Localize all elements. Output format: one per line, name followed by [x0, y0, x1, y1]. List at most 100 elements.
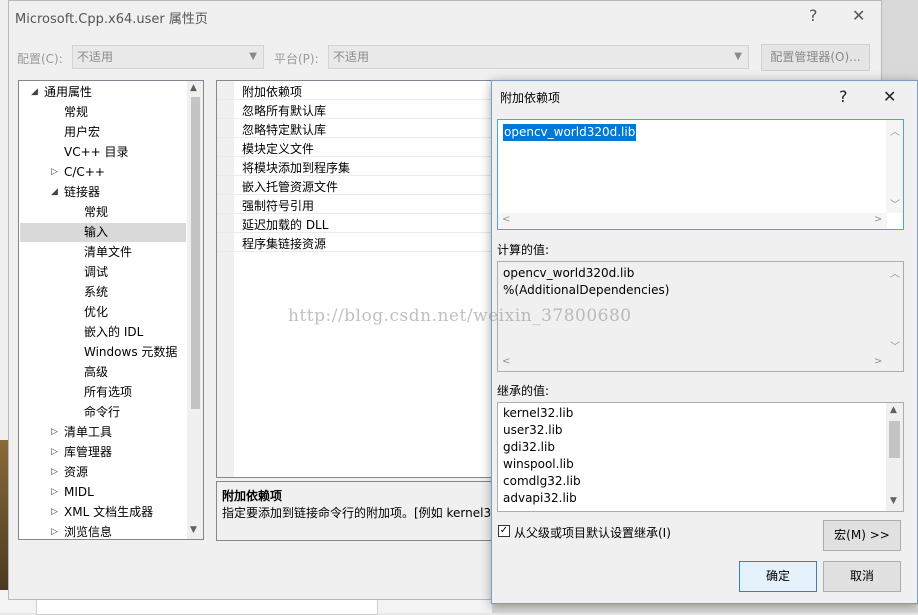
inherited-values-label: 继承的值:	[497, 384, 550, 398]
property-row[interactable]: 程序集链接资源	[217, 233, 515, 252]
inherited-line: user32.lib	[503, 423, 563, 437]
scroll-down-icon[interactable]: ﹀	[890, 338, 900, 353]
tree-item-label: MIDL	[64, 485, 94, 499]
help-button[interactable]: ?	[809, 6, 818, 25]
computed-line: opencv_world320d.lib	[503, 266, 635, 280]
computed-vertical-scrollbar[interactable]: ︿ ﹀	[886, 262, 903, 355]
inherited-scrollbar-thumb[interactable]	[889, 421, 900, 458]
popup-help-button[interactable]: ?	[839, 87, 848, 106]
config-manager-button[interactable]: 配置管理器(O)...	[761, 44, 870, 71]
expand-arrow-icon[interactable]: ▷	[51, 422, 58, 442]
inherited-line: winspool.lib	[503, 457, 574, 471]
scroll-up-icon[interactable]: ▲	[190, 83, 197, 93]
inherited-line: kernel32.lib	[503, 406, 574, 420]
property-name: 模块定义文件	[242, 142, 315, 156]
property-row[interactable]: 嵌入托管资源文件	[217, 176, 515, 195]
tree-item-label: 输入	[84, 225, 109, 239]
inherited-values-list[interactable]: kernel32.lib user32.lib gdi32.lib winspool.…	[497, 402, 904, 512]
tree-item-label: 嵌入的 IDL	[84, 325, 144, 339]
chevron-down-icon: ▼	[734, 51, 742, 62]
scroll-up-icon[interactable]: ︿	[890, 265, 900, 280]
inherit-checkbox-label[interactable]: 从父级或项目默认设置继承(I)	[514, 524, 671, 541]
description-text: 指定要添加到链接命令行的附加项。[例如 kernel32	[222, 506, 499, 520]
cancel-button[interactable]: 取消	[823, 561, 901, 592]
collapse-arrow-icon[interactable]: ◢	[51, 182, 58, 202]
edit-vertical-scrollbar[interactable]: ︿ ﹀	[886, 120, 903, 213]
property-row[interactable]: 将模块添加到程序集	[217, 157, 515, 176]
inherited-line: comdlg32.lib	[503, 474, 581, 488]
tree-item-label: 常规	[64, 105, 89, 119]
tree-item-label: 清单工具	[64, 425, 113, 439]
expand-arrow-icon[interactable]: ▷	[51, 462, 58, 482]
property-row[interactable]: 忽略特定默认库	[217, 119, 515, 138]
edit-horizontal-scrollbar[interactable]: < >	[498, 213, 887, 229]
tree-item-label: VC++ 目录	[64, 145, 129, 159]
scroll-up-icon[interactable]: ︿	[890, 123, 900, 138]
scroll-up-icon[interactable]: ▲	[890, 405, 897, 415]
scroll-down-icon[interactable]: ▼	[890, 496, 897, 506]
property-tree[interactable]: ◢ 通用属性 常规 用户宏 VC++ 目录 ▷ C/C++ ◢ 链接器 常规 输入 清单文件 调试 系统优…	[18, 80, 204, 540]
scroll-down-icon[interactable]: ﹀	[890, 196, 900, 211]
property-row[interactable]: 附加依赖项	[217, 81, 515, 100]
config-label: 配置(C):	[17, 52, 63, 66]
property-row[interactable]: 模块定义文件	[217, 138, 515, 157]
scroll-right-icon[interactable]: >	[874, 214, 882, 225]
inherit-checkbox[interactable]: ✓	[498, 525, 510, 537]
chevron-down-icon: ▼	[249, 51, 257, 62]
property-name: 将模块添加到程序集	[242, 161, 351, 175]
tree-item-label: 通用属性	[44, 85, 93, 99]
computed-values-label: 计算的值:	[497, 243, 550, 257]
tree-item-label: 高级	[84, 365, 109, 379]
dependencies-edit-box[interactable]: opencv_world320d.lib ︿ ﹀ < >	[497, 119, 904, 230]
tree-item-label: 资源	[64, 465, 89, 479]
property-row[interactable]: 忽略所有默认库	[217, 100, 515, 119]
inherited-line: gdi32.lib	[503, 440, 555, 454]
inherited-vertical-scrollbar[interactable]: ▲ ▼	[886, 403, 903, 511]
tree-item-label: 库管理器	[64, 445, 113, 459]
expand-arrow-icon[interactable]: ▷	[51, 162, 58, 182]
expand-arrow-icon[interactable]: ▷	[51, 522, 58, 539]
tree-item-label: 常规	[84, 205, 109, 219]
config-select[interactable]: 不适用 ▼	[72, 45, 264, 69]
scroll-right-icon[interactable]: >	[874, 356, 882, 367]
additional-dependencies-dialog: 附加依赖项 ? ✕ opencv_world320d.lib ︿ ﹀ < > 计…	[491, 80, 918, 604]
tree-item-label: 链接器	[64, 185, 101, 199]
platform-label: 平台(P):	[274, 52, 319, 66]
tree-item-label: 用户宏	[64, 125, 101, 139]
tree-item-label: 优化	[84, 305, 109, 319]
property-name: 程序集链接资源	[242, 237, 327, 251]
expand-arrow-icon[interactable]: ▷	[51, 482, 58, 502]
property-row[interactable]: 延迟加载的 DLL	[217, 214, 515, 233]
description-title: 附加依赖项	[222, 489, 283, 503]
close-button[interactable]: ✕	[852, 6, 865, 25]
collapse-arrow-icon[interactable]: ◢	[31, 82, 38, 102]
tree-scrollbar[interactable]: ▲ ▼	[187, 81, 203, 539]
config-value: 不适用	[77, 50, 114, 64]
property-name: 延迟加载的 DLL	[242, 218, 329, 232]
macro-button[interactable]: 宏(M) >>	[823, 520, 901, 551]
popup-close-button[interactable]: ✕	[883, 87, 896, 106]
scroll-down-icon[interactable]: ▼	[190, 525, 197, 535]
dependencies-edit-text[interactable]: opencv_world320d.lib	[503, 124, 637, 141]
property-name: 附加依赖项	[242, 85, 303, 99]
expand-arrow-icon[interactable]: ▷	[51, 502, 58, 522]
tree-scrollbar-thumb[interactable]	[191, 97, 200, 409]
scroll-left-icon[interactable]: <	[502, 214, 510, 225]
background-image-strip	[0, 440, 8, 590]
property-name: 强制符号引用	[242, 199, 315, 213]
scroll-left-icon[interactable]: <	[502, 356, 510, 367]
tree-item-label: C/C++	[64, 165, 105, 179]
property-row[interactable]: 强制符号引用	[217, 195, 515, 214]
property-name: 忽略所有默认库	[242, 104, 327, 118]
property-grid[interactable]: 附加依赖项忽略所有默认库 忽略特定默认库模块定义文件将模块添加到程序集 嵌入托管资源…	[216, 80, 516, 478]
computed-line: %(AdditionalDependencies)	[503, 283, 670, 297]
popup-title: 附加依赖项	[500, 91, 561, 105]
tree-item-label: XML 文档生成器	[64, 505, 154, 519]
tree-item-label: Windows 元数据	[84, 345, 178, 359]
platform-select[interactable]: 不适用 ▼	[328, 45, 749, 69]
expand-arrow-icon[interactable]: ▷	[51, 442, 58, 462]
tree-item-label: 所有选项	[84, 385, 133, 399]
tree-item-label: 系统	[84, 285, 109, 299]
computed-horizontal-scrollbar[interactable]: < >	[498, 355, 887, 371]
ok-button[interactable]: 确定	[739, 561, 817, 592]
